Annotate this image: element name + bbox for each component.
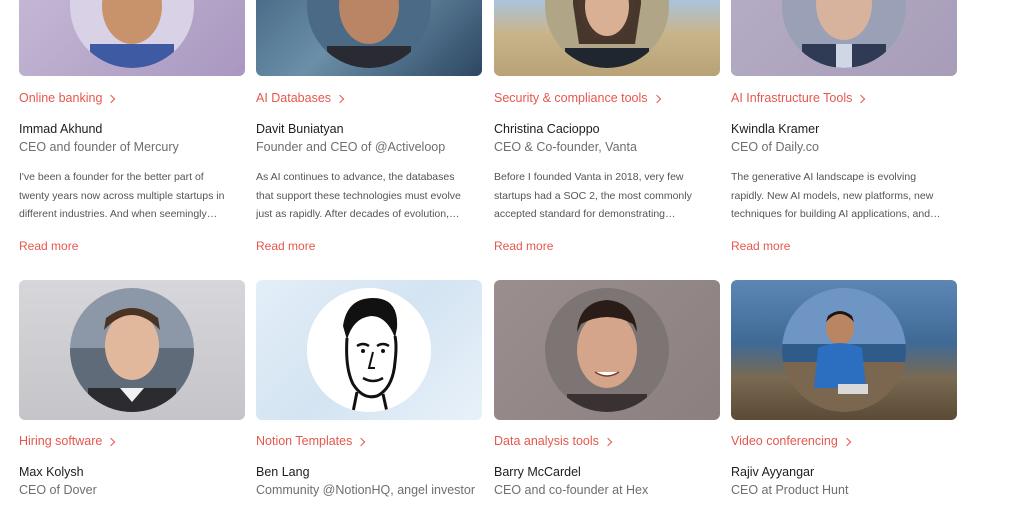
category-label[interactable]: Video conferencing: [731, 434, 838, 448]
read-more-link[interactable]: Read more: [19, 239, 78, 253]
excerpt-line: techniques for building AI applications,…: [731, 208, 941, 220]
founder-name: Max Kolysh: [19, 465, 84, 479]
founder-image-box[interactable]: [494, 280, 720, 420]
founder-card: Notion Templates Ben Lang Community @Not…: [256, 280, 482, 497]
founder-avatar: [307, 288, 431, 412]
founder-role: CEO and founder of Mercury: [19, 140, 179, 154]
founder-avatar: [307, 0, 431, 68]
founder-avatar: [70, 0, 194, 68]
founder-image-box[interactable]: [19, 280, 245, 420]
founder-name: Kwindla Kramer: [731, 122, 820, 136]
founder-card: Data analysis tools Barry McCardel CEO a…: [494, 280, 720, 497]
founder-image-box[interactable]: [731, 280, 957, 420]
founder-avatar: [782, 0, 906, 68]
excerpt-line: startups had a SOC 2, the most commonly: [494, 189, 692, 202]
chevron-right-icon: [357, 437, 366, 446]
founder-name: Christina Cacioppo: [494, 122, 600, 136]
category-link[interactable]: AI Infrastructure Tools: [731, 91, 866, 105]
chevron-right-icon: [603, 437, 613, 446]
founder-avatar: [782, 288, 906, 412]
founder-excerpt: I've been a founder for the better part …: [19, 168, 245, 224]
founder-role: CEO of Dover: [19, 483, 97, 497]
founder-image-box[interactable]: [19, 0, 245, 76]
founder-role: Founder and CEO of @Activeloop: [256, 140, 446, 154]
excerpt-line: twenty years now across multiple startup…: [19, 189, 225, 202]
chevron-right-icon: [335, 94, 345, 103]
excerpt-line: that support these technologies must evo…: [256, 189, 461, 202]
category-link[interactable]: AI Databases: [256, 91, 345, 105]
excerpt-line: different industries. And when seemingly…: [19, 208, 218, 220]
founder-card: AI Infrastructure Tools Kwindla Kramer C…: [731, 0, 957, 253]
founder-excerpt: As AI continues to advance, the database…: [256, 168, 482, 224]
read-more-link[interactable]: Read more: [256, 239, 315, 253]
chevron-right-icon: [107, 94, 116, 103]
category-label[interactable]: Notion Templates: [256, 434, 352, 448]
founder-avatar: [545, 0, 669, 68]
category-link[interactable]: Hiring software: [19, 434, 116, 448]
category-label[interactable]: Online banking: [19, 91, 102, 105]
excerpt-line: accepted standard for demonstrating…: [494, 208, 676, 220]
founder-name: Davit Buniatyan: [256, 122, 344, 136]
founder-role: CEO at Product Hunt: [731, 483, 849, 497]
founder-image-box[interactable]: [731, 0, 957, 76]
founder-name: Ben Lang: [256, 465, 310, 479]
founder-role: Community @NotionHQ, angel investor: [256, 483, 476, 497]
founder-excerpt: Before I founded Vanta in 2018, very few…: [494, 168, 720, 224]
excerpt-line: The generative AI landscape is evolving: [731, 171, 917, 183]
founder-name: Rajiv Ayyangar: [731, 465, 815, 479]
chevron-right-icon: [857, 94, 866, 103]
excerpt-line: rapidly. New AI models, new platforms, n…: [731, 189, 934, 202]
founder-image-box[interactable]: [494, 0, 720, 76]
category-link[interactable]: Notion Templates: [256, 434, 366, 448]
founder-image-box[interactable]: [256, 0, 482, 76]
category-link[interactable]: Video conferencing: [731, 434, 852, 448]
category-label[interactable]: AI Infrastructure Tools: [731, 91, 852, 105]
excerpt-line: As AI continues to advance, the database…: [256, 171, 455, 183]
category-label[interactable]: AI Databases: [256, 91, 331, 105]
category-link[interactable]: Security & compliance tools: [494, 91, 661, 105]
founder-cards-grid: Online banking Immad Akhund CEO and foun…: [0, 0, 1024, 512]
chevron-right-icon: [652, 94, 661, 103]
founder-excerpt: The generative AI landscape is evolving …: [731, 168, 957, 224]
category-link[interactable]: Online banking: [19, 91, 116, 105]
founder-role: CEO and co-founder at Hex: [494, 483, 649, 497]
founder-image-box[interactable]: [256, 280, 482, 420]
category-link[interactable]: Data analysis tools: [494, 434, 613, 448]
founder-avatar: [545, 288, 669, 412]
read-more-link[interactable]: Read more: [494, 239, 553, 253]
excerpt-line: I've been a founder for the better part …: [19, 171, 204, 183]
founder-avatar: [70, 288, 194, 412]
founder-role: CEO & Co-founder, Vanta: [494, 140, 637, 154]
founder-card: Online banking Immad Akhund CEO and foun…: [19, 0, 245, 253]
read-more-link[interactable]: Read more: [731, 239, 790, 253]
founder-role: CEO of Daily.co: [731, 140, 819, 154]
founder-name: Barry McCardel: [494, 465, 581, 479]
chevron-right-icon: [107, 437, 116, 446]
founder-card: Video conferencing Rajiv Ayyangar CEO at…: [731, 280, 957, 497]
founder-card: Security & compliance tools Christina Ca…: [494, 0, 720, 253]
excerpt-line: just as rapidly. After decades of evolut…: [256, 208, 460, 220]
founder-card: AI Databases Davit Buniatyan Founder and…: [256, 0, 482, 253]
founder-name: Immad Akhund: [19, 122, 103, 136]
category-label[interactable]: Security & compliance tools: [494, 91, 648, 105]
chevron-right-icon: [842, 437, 852, 446]
category-label[interactable]: Hiring software: [19, 434, 102, 448]
category-label[interactable]: Data analysis tools: [494, 434, 599, 448]
excerpt-line: Before I founded Vanta in 2018, very few: [494, 171, 684, 183]
founder-card: Hiring software Max Kolysh CEO of Dover: [19, 280, 245, 497]
